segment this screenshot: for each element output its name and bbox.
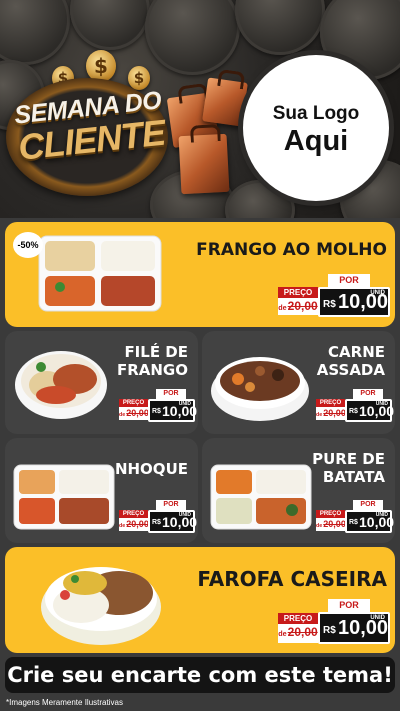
old-price-label: PREÇO bbox=[119, 510, 148, 518]
hero-banner: $ $ $ SEMANA DO CLIENTE Sua Logo Aqui bbox=[0, 0, 400, 218]
food-image bbox=[41, 567, 161, 645]
food-image bbox=[38, 235, 162, 312]
old-price-value: 20,00 bbox=[323, 519, 346, 529]
dollar-coin-icon: $ bbox=[128, 66, 150, 90]
old-price: PREÇO de20,00 bbox=[316, 510, 346, 531]
shopping-bag-icon bbox=[178, 133, 230, 195]
currency-symbol: R$ bbox=[152, 408, 161, 415]
old-price-label: PREÇO bbox=[316, 510, 345, 518]
food-image bbox=[13, 464, 115, 530]
price-por-label: POR bbox=[156, 389, 186, 399]
old-price-de: de bbox=[278, 303, 287, 312]
disclaimer-text: *Imagens Meramente Ilustrativas bbox=[6, 698, 123, 707]
discount-badge: -50% bbox=[13, 232, 43, 258]
unit-label: UNID bbox=[178, 401, 191, 407]
product-name-line2: BATATA bbox=[322, 468, 385, 486]
old-price: PREÇO de20,00 bbox=[119, 399, 149, 420]
old-price-value: 20,00 bbox=[287, 299, 318, 313]
coin-decoration bbox=[70, 0, 150, 50]
price-por-label: POR bbox=[156, 500, 186, 510]
price-tag: POR PREÇO de20,00 R$ 10,00 UNID bbox=[316, 500, 394, 534]
price-tag: POR PREÇO de20,00 R$ 10,00 UNID bbox=[316, 389, 394, 423]
currency-symbol: R$ bbox=[152, 519, 161, 526]
currency-symbol: R$ bbox=[349, 408, 358, 415]
old-price-de: de bbox=[119, 523, 126, 529]
product-name-line2: FRANGO bbox=[116, 361, 188, 379]
old-price-de: de bbox=[278, 629, 287, 638]
price-por-label: POR bbox=[328, 274, 370, 287]
product-name-line1: FILÉ DE bbox=[124, 343, 188, 361]
coin-decoration bbox=[145, 0, 240, 75]
product-card-farofa-caseira[interactable]: FAROFA CASEIRA POR PREÇO de20,00 R$ 10,0… bbox=[5, 547, 395, 653]
unit-label: UNID bbox=[375, 512, 388, 518]
product-name: FAROFA CASEIRA bbox=[197, 567, 387, 591]
old-price-de: de bbox=[316, 412, 323, 418]
old-price: PREÇO de20,00 bbox=[278, 287, 318, 315]
shopping-bag-icon bbox=[202, 77, 248, 127]
currency-symbol: R$ bbox=[323, 625, 336, 636]
price-por-label: POR bbox=[328, 599, 370, 612]
product-card-nhoque[interactable]: NHOQUE POR PREÇO de20,00 R$ 10,00 UNID bbox=[5, 438, 198, 543]
price-tag: POR PREÇO de20,00 R$ 10,00 UNID bbox=[119, 500, 197, 534]
cta-banner[interactable]: Crie seu encarte com este tema! bbox=[5, 657, 395, 693]
product-name-line2: ASSADA bbox=[316, 361, 385, 379]
current-price: R$ 10,00 UNID bbox=[345, 399, 394, 422]
logo-placeholder[interactable]: Sua Logo Aqui bbox=[243, 55, 389, 201]
old-price-value: 20,00 bbox=[126, 519, 149, 529]
unit-label: UNID bbox=[178, 512, 191, 518]
old-price: PREÇO de20,00 bbox=[316, 399, 346, 420]
current-price: R$ 10,00 UNID bbox=[345, 510, 394, 533]
product-card-frango-ao-molho[interactable]: -50% FRANGO AO MOLHO POR PREÇO de20,00 R… bbox=[5, 222, 395, 327]
price-tag: POR PREÇO de20,00 R$ 10,00 UNID bbox=[119, 389, 197, 423]
old-price-de: de bbox=[119, 412, 126, 418]
product-name: FRANGO AO MOLHO bbox=[196, 240, 387, 260]
logo-text-line2: Aqui bbox=[283, 125, 349, 157]
logo-text-line1: Sua Logo bbox=[272, 103, 360, 124]
old-price-de: de bbox=[316, 523, 323, 529]
old-price-value: 20,00 bbox=[323, 408, 346, 418]
product-name-line1: PURE DE bbox=[312, 450, 385, 468]
price-por-label: POR bbox=[353, 500, 383, 510]
old-price-label: PREÇO bbox=[278, 287, 318, 298]
old-price-label: PREÇO bbox=[316, 399, 345, 407]
price-por-label: POR bbox=[353, 389, 383, 399]
product-name: NHOQUE bbox=[114, 460, 188, 478]
product-name-line1: CARNE bbox=[328, 343, 385, 361]
unit-label: UNID bbox=[375, 401, 388, 407]
product-card-pure-de-batata[interactable]: PURE DE BATATA POR PREÇO de20,00 R$ 10,0… bbox=[202, 438, 395, 543]
currency-symbol: R$ bbox=[323, 299, 336, 310]
unit-label: UNID bbox=[370, 615, 385, 621]
old-price-value: 20,00 bbox=[126, 408, 149, 418]
food-image bbox=[211, 357, 309, 421]
coin-decoration bbox=[235, 0, 325, 55]
product-card-carne-assada[interactable]: CARNE ASSADA POR PREÇO de20,00 R$ 10,00 … bbox=[202, 331, 395, 434]
old-price: PREÇO de20,00 bbox=[119, 510, 149, 531]
current-price: R$ 10,00 UNID bbox=[318, 612, 390, 644]
old-price: PREÇO de20,00 bbox=[278, 613, 318, 643]
food-image bbox=[15, 351, 107, 419]
product-card-file-de-frango[interactable]: FILÉ DE FRANGO POR PREÇO de20,00 R$ 10,0… bbox=[5, 331, 198, 434]
unit-label: UNID bbox=[370, 290, 385, 296]
current-price: R$ 10,00 UNID bbox=[148, 399, 197, 422]
current-price: R$ 10,00 UNID bbox=[318, 287, 390, 317]
current-price: R$ 10,00 UNID bbox=[148, 510, 197, 533]
old-price-label: PREÇO bbox=[278, 613, 318, 624]
old-price-value: 20,00 bbox=[287, 625, 318, 639]
currency-symbol: R$ bbox=[349, 519, 358, 526]
coin-decoration bbox=[0, 0, 70, 65]
food-image bbox=[210, 464, 312, 530]
old-price-label: PREÇO bbox=[119, 399, 148, 407]
price-tag: POR PREÇO de20,00 R$ 10,00 UNID bbox=[278, 599, 390, 647]
price-tag: POR PREÇO de20,00 R$ 10,00 UNID bbox=[278, 274, 390, 320]
